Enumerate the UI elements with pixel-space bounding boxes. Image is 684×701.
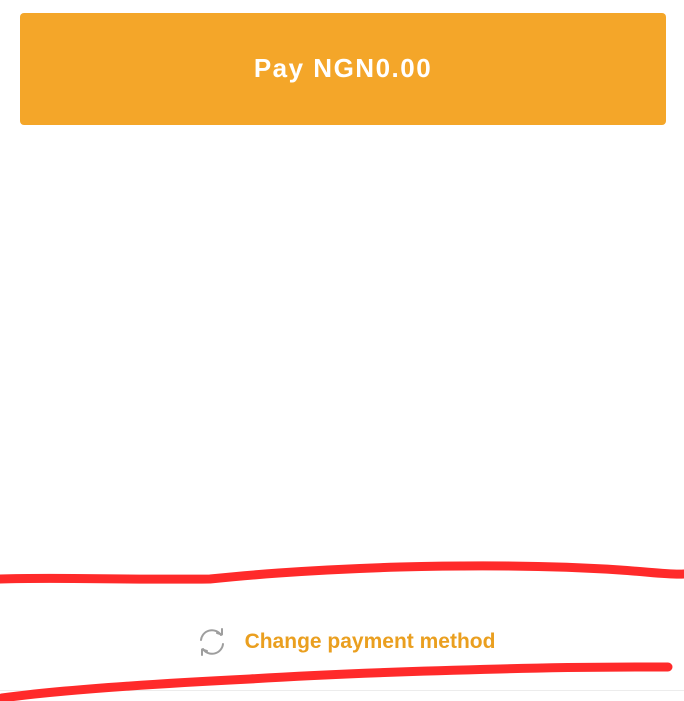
refresh-icon [195,625,229,659]
bottom-divider [0,690,684,691]
change-payment-method-label: Change payment method [244,630,496,653]
red-underline-stroke-bottom [0,662,673,701]
pay-button[interactable]: Pay NGN0.00 [20,13,666,125]
red-underline-stroke-top [0,561,684,584]
change-payment-method-link[interactable]: Change payment method [0,620,684,664]
